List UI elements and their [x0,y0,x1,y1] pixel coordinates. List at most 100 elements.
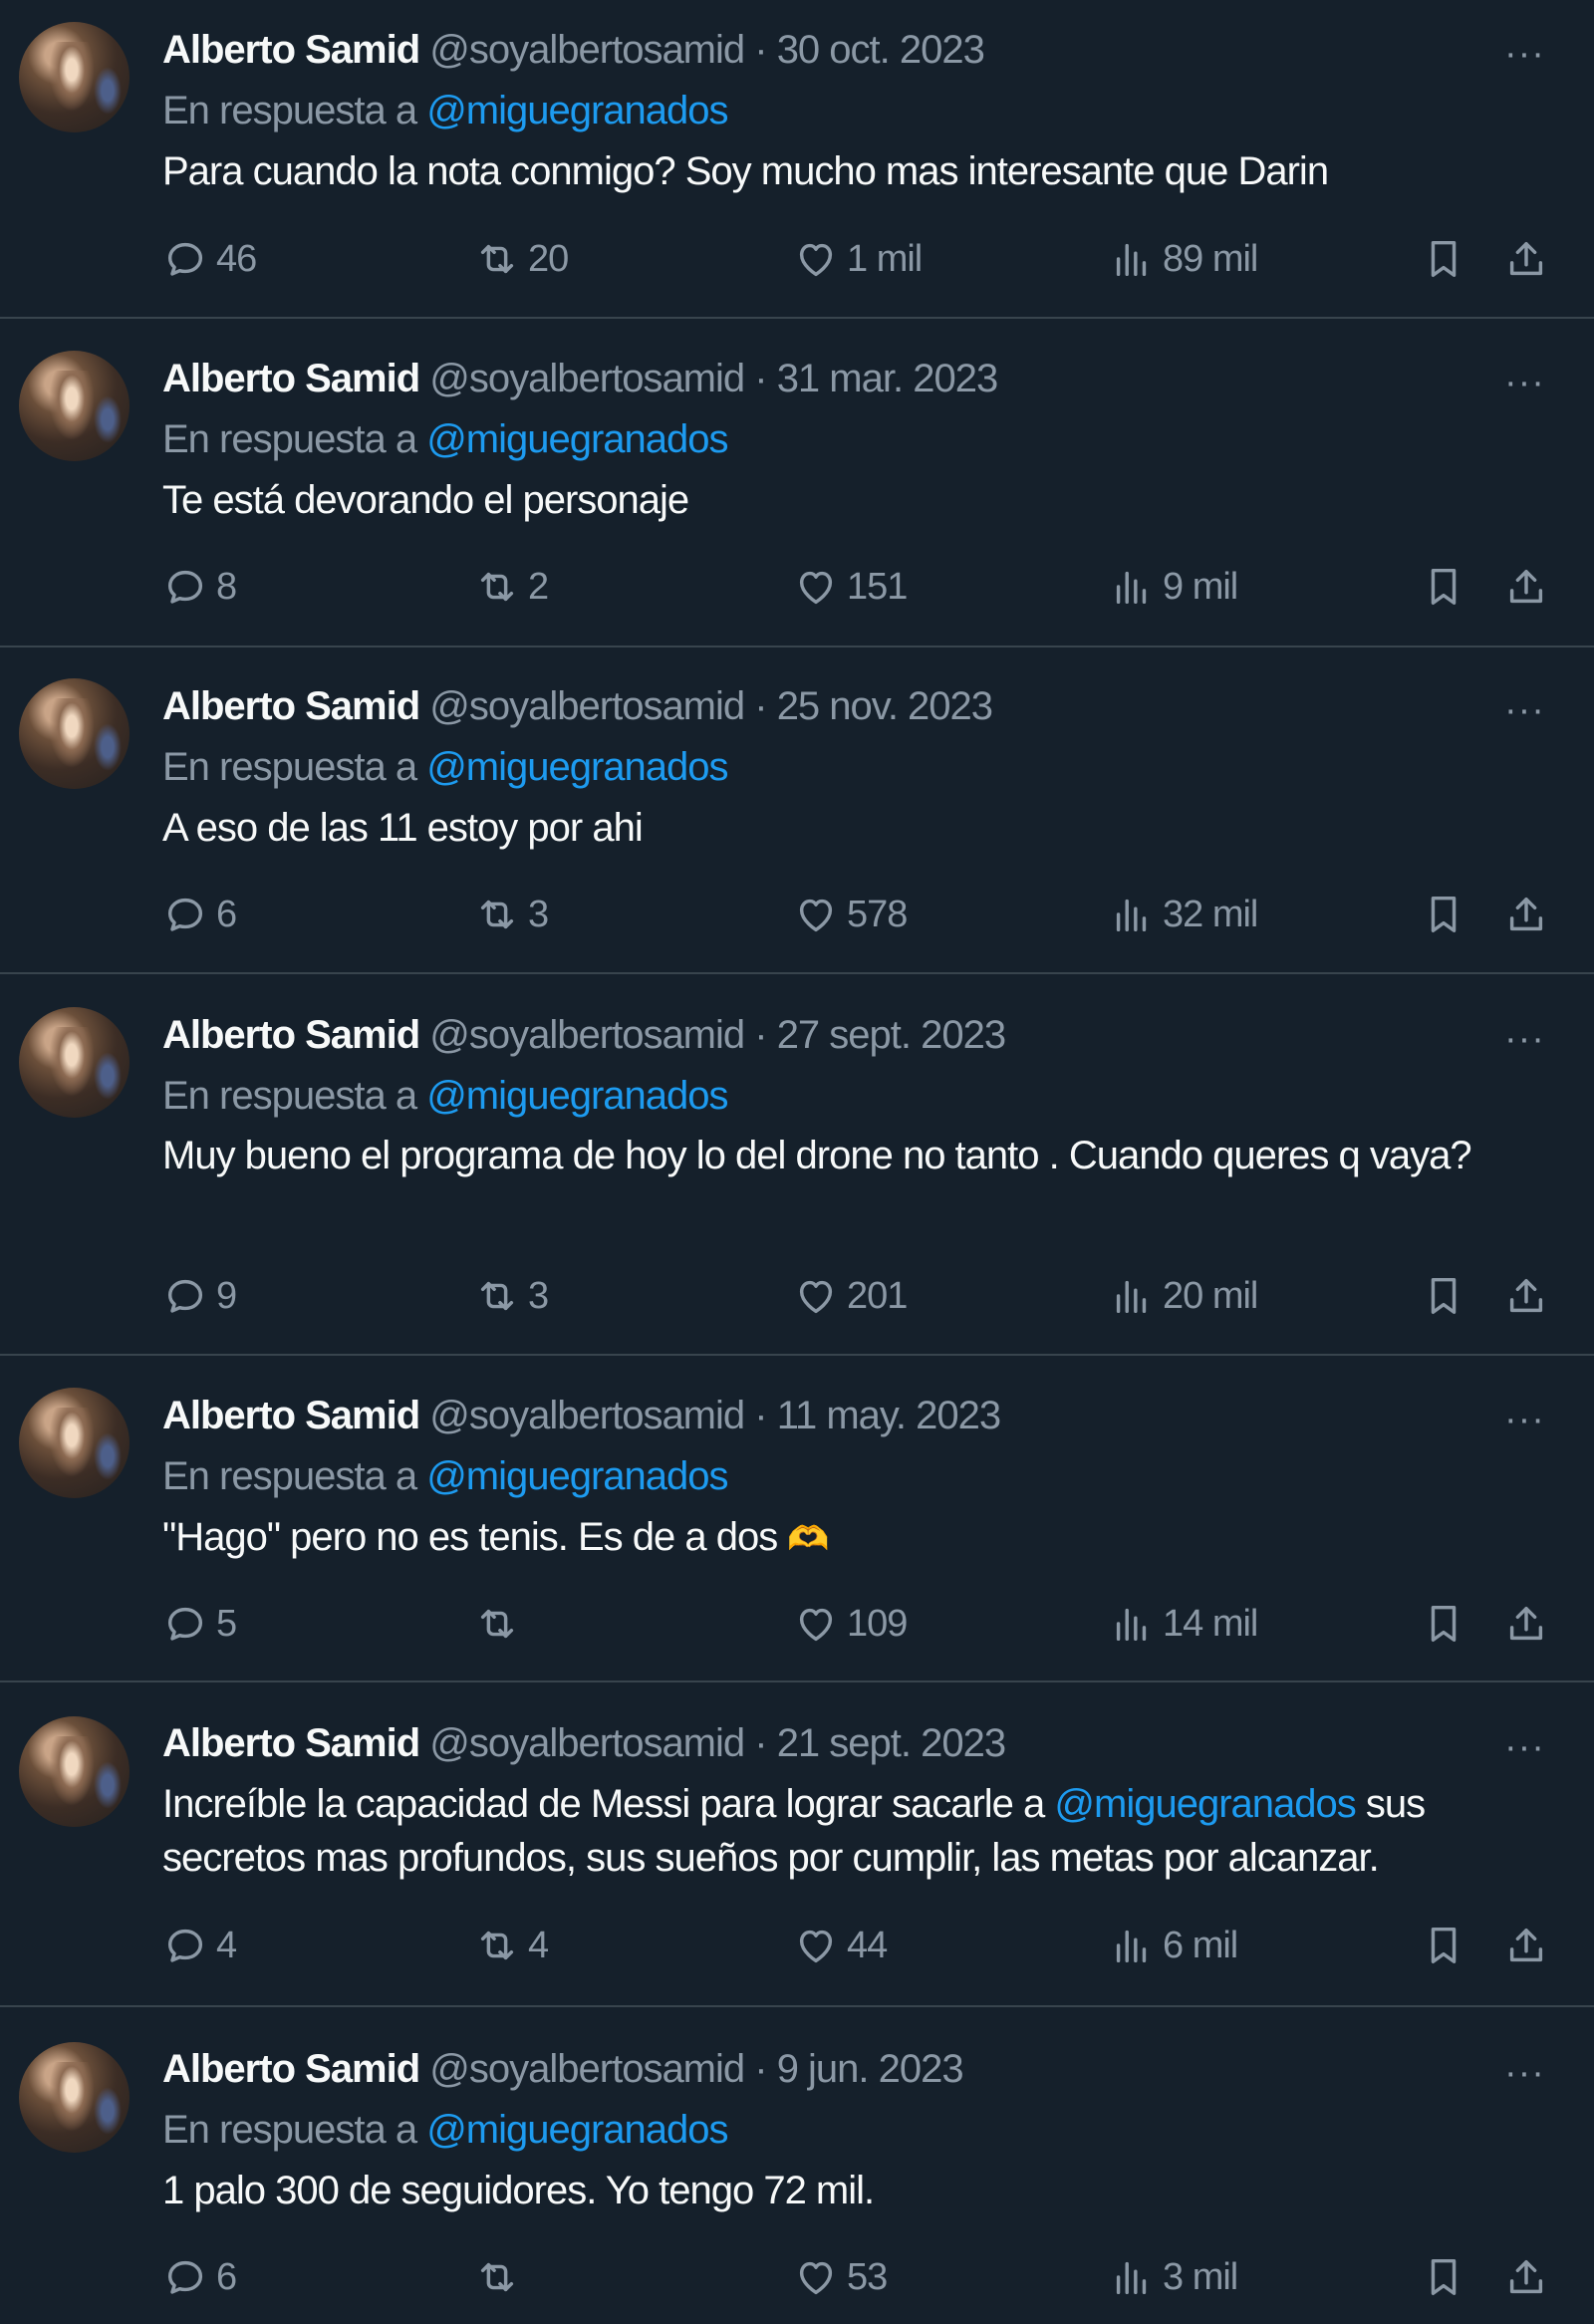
author-name[interactable]: Alberto Samid [162,1013,420,1057]
tweet-date[interactable]: 27 sept. 2023 [777,1013,1006,1057]
bookmark-button[interactable] [1421,233,1466,285]
tweet[interactable]: Alberto Samid @soyalbertosamid · 30 oct.… [0,0,1594,319]
views-button[interactable]: 20 mil [1109,1270,1258,1322]
views-button[interactable]: 3 mil [1109,2251,1238,2303]
like-button[interactable]: 578 [793,889,908,940]
avatar[interactable] [19,1388,130,1498]
reply-button[interactable]: 46 [162,233,257,285]
bookmark-button[interactable] [1421,889,1466,940]
repost-button[interactable]: 3 [474,889,549,940]
author-name[interactable]: Alberto Samid [162,28,420,72]
reply-button[interactable]: 8 [162,561,237,613]
like-button[interactable]: 53 [793,2251,888,2303]
tweet[interactable]: Alberto Samid @soyalbertosamid · 11 may.… [0,1356,1594,1682]
reply-button[interactable]: 6 [162,2251,237,2303]
like-button[interactable]: 1 mil [793,233,923,285]
tweet-date[interactable]: 11 may. 2023 [777,1394,1001,1437]
reply-mention-link[interactable]: @miguegranados [426,417,728,461]
reply-button[interactable]: 4 [162,1920,237,1971]
bookmark-button[interactable] [1421,1270,1466,1322]
tweet-date[interactable]: 31 mar. 2023 [777,357,998,400]
avatar[interactable] [19,678,130,789]
share-button[interactable] [1503,561,1549,613]
author-handle[interactable]: @soyalbertosamid [429,684,745,728]
tweet[interactable]: Alberto Samid @soyalbertosamid · 31 mar.… [0,319,1594,647]
more-options-button[interactable]: ··· [1504,35,1548,73]
more-options-button[interactable]: ··· [1504,1020,1548,1058]
views-button[interactable]: 89 mil [1109,233,1258,285]
author-handle[interactable]: @soyalbertosamid [429,2047,745,2091]
views-button[interactable]: 6 mil [1109,1920,1238,1971]
avatar[interactable] [19,2042,130,2153]
tweet[interactable]: Alberto Samid @soyalbertosamid · 25 nov.… [0,647,1594,974]
heart-icon [799,243,833,277]
like-count: 151 [847,565,908,608]
author-name[interactable]: Alberto Samid [162,684,420,728]
reply-button[interactable]: 6 [162,889,237,940]
like-button[interactable]: 44 [793,1920,888,1971]
like-button[interactable]: 109 [793,1598,908,1650]
more-options-button[interactable]: ··· [1504,364,1548,401]
tweet-text: "Hago" pero no es tenis. Es de a dos [162,1515,778,1559]
avatar[interactable] [19,22,130,132]
repost-button[interactable]: 3 [474,1270,549,1322]
bookmark-button[interactable] [1421,561,1466,613]
share-button[interactable] [1503,1920,1549,1971]
author-handle[interactable]: @soyalbertosamid [429,1394,745,1437]
reply-mention-link[interactable]: @miguegranados [426,89,728,132]
tweet-header: Alberto Samid @soyalbertosamid · 30 oct.… [162,24,985,76]
author-handle[interactable]: @soyalbertosamid [429,357,745,400]
share-icon [1509,569,1543,604]
author-name[interactable]: Alberto Samid [162,357,420,400]
reply-mention-link[interactable]: @miguegranados [426,2108,728,2152]
repost-button[interactable]: 2 [474,561,549,613]
share-button[interactable] [1503,2251,1549,2303]
bookmark-button[interactable] [1421,1920,1466,1971]
repost-icon [480,572,514,602]
avatar[interactable] [19,1716,130,1827]
views-button[interactable]: 14 mil [1109,1598,1258,1650]
tweet-date[interactable]: 25 nov. 2023 [777,684,993,728]
more-options-button[interactable]: ··· [1504,1401,1548,1438]
like-count: 44 [847,1924,888,1966]
author-name[interactable]: Alberto Samid [162,1394,420,1437]
author-handle[interactable]: @soyalbertosamid [429,1721,745,1765]
tweet[interactable]: Alberto Samid @soyalbertosamid · 9 jun. … [0,2007,1594,2324]
repost-button[interactable] [474,1598,528,1650]
reply-button[interactable]: 5 [162,1598,237,1650]
bookmark-button[interactable] [1421,1598,1466,1650]
tweet-date[interactable]: 21 sept. 2023 [777,1721,1006,1765]
reply-mention-link[interactable]: @miguegranados [426,1074,728,1118]
avatar[interactable] [19,1007,130,1118]
more-options-button[interactable]: ··· [1504,1728,1548,1766]
like-button[interactable]: 151 [793,561,908,613]
like-button[interactable]: 201 [793,1270,908,1322]
meta-separator: · [744,1394,777,1437]
reply-mention-link[interactable]: @miguegranados [426,745,728,789]
tweet[interactable]: Alberto Samid @soyalbertosamid · 21 sept… [0,1682,1594,2007]
share-button[interactable] [1503,1270,1549,1322]
tweet-date[interactable]: 9 jun. 2023 [777,2047,964,2091]
share-button[interactable] [1503,1598,1549,1650]
more-options-button[interactable]: ··· [1504,691,1548,729]
more-options-button[interactable]: ··· [1504,2054,1548,2092]
repost-button[interactable] [474,2251,528,2303]
bookmark-button[interactable] [1421,2251,1466,2303]
avatar[interactable] [19,351,130,461]
views-button[interactable]: 9 mil [1109,561,1238,613]
reply-button[interactable]: 9 [162,1270,237,1322]
repost-button[interactable]: 20 [474,233,569,285]
tweet-date[interactable]: 30 oct. 2023 [777,28,985,72]
mention-link[interactable]: @miguegranados [1054,1782,1356,1826]
repost-button[interactable]: 4 [474,1920,549,1971]
share-button[interactable] [1503,233,1549,285]
reply-mention-link[interactable]: @miguegranados [426,1454,728,1498]
author-name[interactable]: Alberto Samid [162,1721,420,1765]
tweet[interactable]: Alberto Samid @soyalbertosamid · 27 sept… [0,974,1594,1356]
author-handle[interactable]: @soyalbertosamid [429,28,745,72]
share-button[interactable] [1503,889,1549,940]
reply-icon [167,1279,203,1313]
author-handle[interactable]: @soyalbertosamid [429,1013,745,1057]
author-name[interactable]: Alberto Samid [162,2047,420,2091]
views-button[interactable]: 32 mil [1109,889,1258,940]
